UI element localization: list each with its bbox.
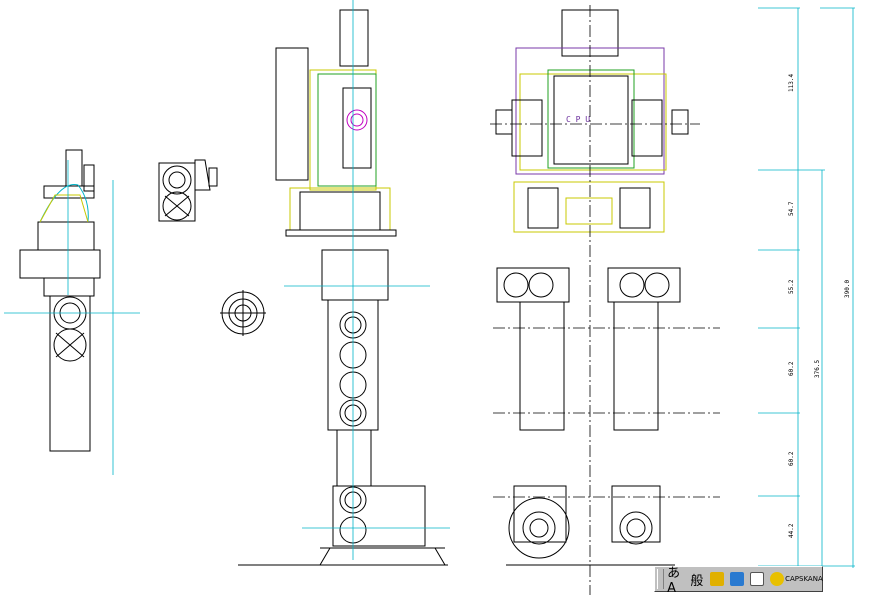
cpu-label: C P U: [566, 115, 590, 124]
kana-label: KANA: [803, 575, 823, 583]
dimension-d4: 60.2: [788, 361, 795, 376]
dimension-d8: 390.0: [844, 280, 851, 298]
caps-label: CAPS: [785, 575, 804, 583]
dimension-d2: 54.7: [788, 201, 795, 216]
dimension-d1: 113.4: [788, 74, 795, 92]
ime-kanji-button[interactable]: 般: [688, 569, 706, 589]
centerlines: [4, 0, 855, 568]
dash-centerlines: [490, 5, 720, 595]
ime-dictionary-icon[interactable]: [748, 569, 766, 589]
side-view-main: [238, 9, 448, 566]
dimension-d3: 55.2: [788, 279, 795, 294]
motor-view-small: [158, 159, 218, 222]
dimension-d6: 44.2: [788, 523, 795, 538]
cad-drawing: 113.4 54.7 55.2 60.2 60.2 44.2 376.5 390…: [4, 0, 855, 595]
dimension-d7: 376.5: [814, 360, 821, 378]
front-view-main: [495, 9, 689, 566]
ime-caps-kana-indicator[interactable]: CAPS KANA: [785, 569, 823, 589]
ime-help-icon[interactable]: [768, 569, 786, 589]
ime-toolbar: あA 般 CAPS KANA: [654, 566, 823, 596]
dimension-d5: 60.2: [788, 451, 795, 466]
round-part-small: [220, 290, 266, 336]
ime-grip-handle[interactable]: [657, 569, 665, 589]
ime-pad-icon[interactable]: [728, 569, 746, 589]
ime-tool-icon[interactable]: [708, 569, 726, 589]
ime-mode-button[interactable]: あA: [667, 566, 686, 596]
side-view-small: [19, 149, 101, 452]
